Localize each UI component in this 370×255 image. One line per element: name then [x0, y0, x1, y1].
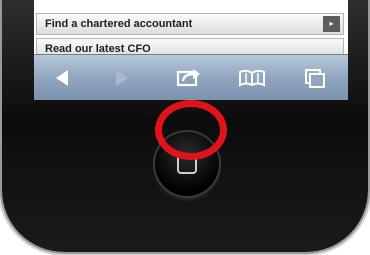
bookmarks-icon — [239, 69, 265, 87]
tabs-button[interactable] — [298, 63, 332, 93]
bookmarks-button[interactable] — [234, 63, 270, 93]
menu-item-label: Find a chartered accountant — [45, 18, 193, 30]
menu-arrow-icon: ▸ — [323, 16, 340, 32]
back-icon — [56, 70, 68, 86]
menu-item-find-accountant[interactable]: Find a chartered accountant ▸ — [36, 13, 344, 35]
share-highlight-circle — [155, 100, 227, 160]
phone-screen: Find a chartered accountant ▸ Read our l… — [34, 0, 348, 100]
forward-button[interactable] — [106, 63, 136, 93]
tabs-icon — [305, 69, 325, 88]
back-button[interactable] — [48, 63, 78, 93]
share-icon — [176, 69, 200, 87]
forward-icon — [116, 70, 128, 86]
safari-toolbar — [34, 54, 348, 100]
share-button[interactable] — [170, 63, 206, 93]
